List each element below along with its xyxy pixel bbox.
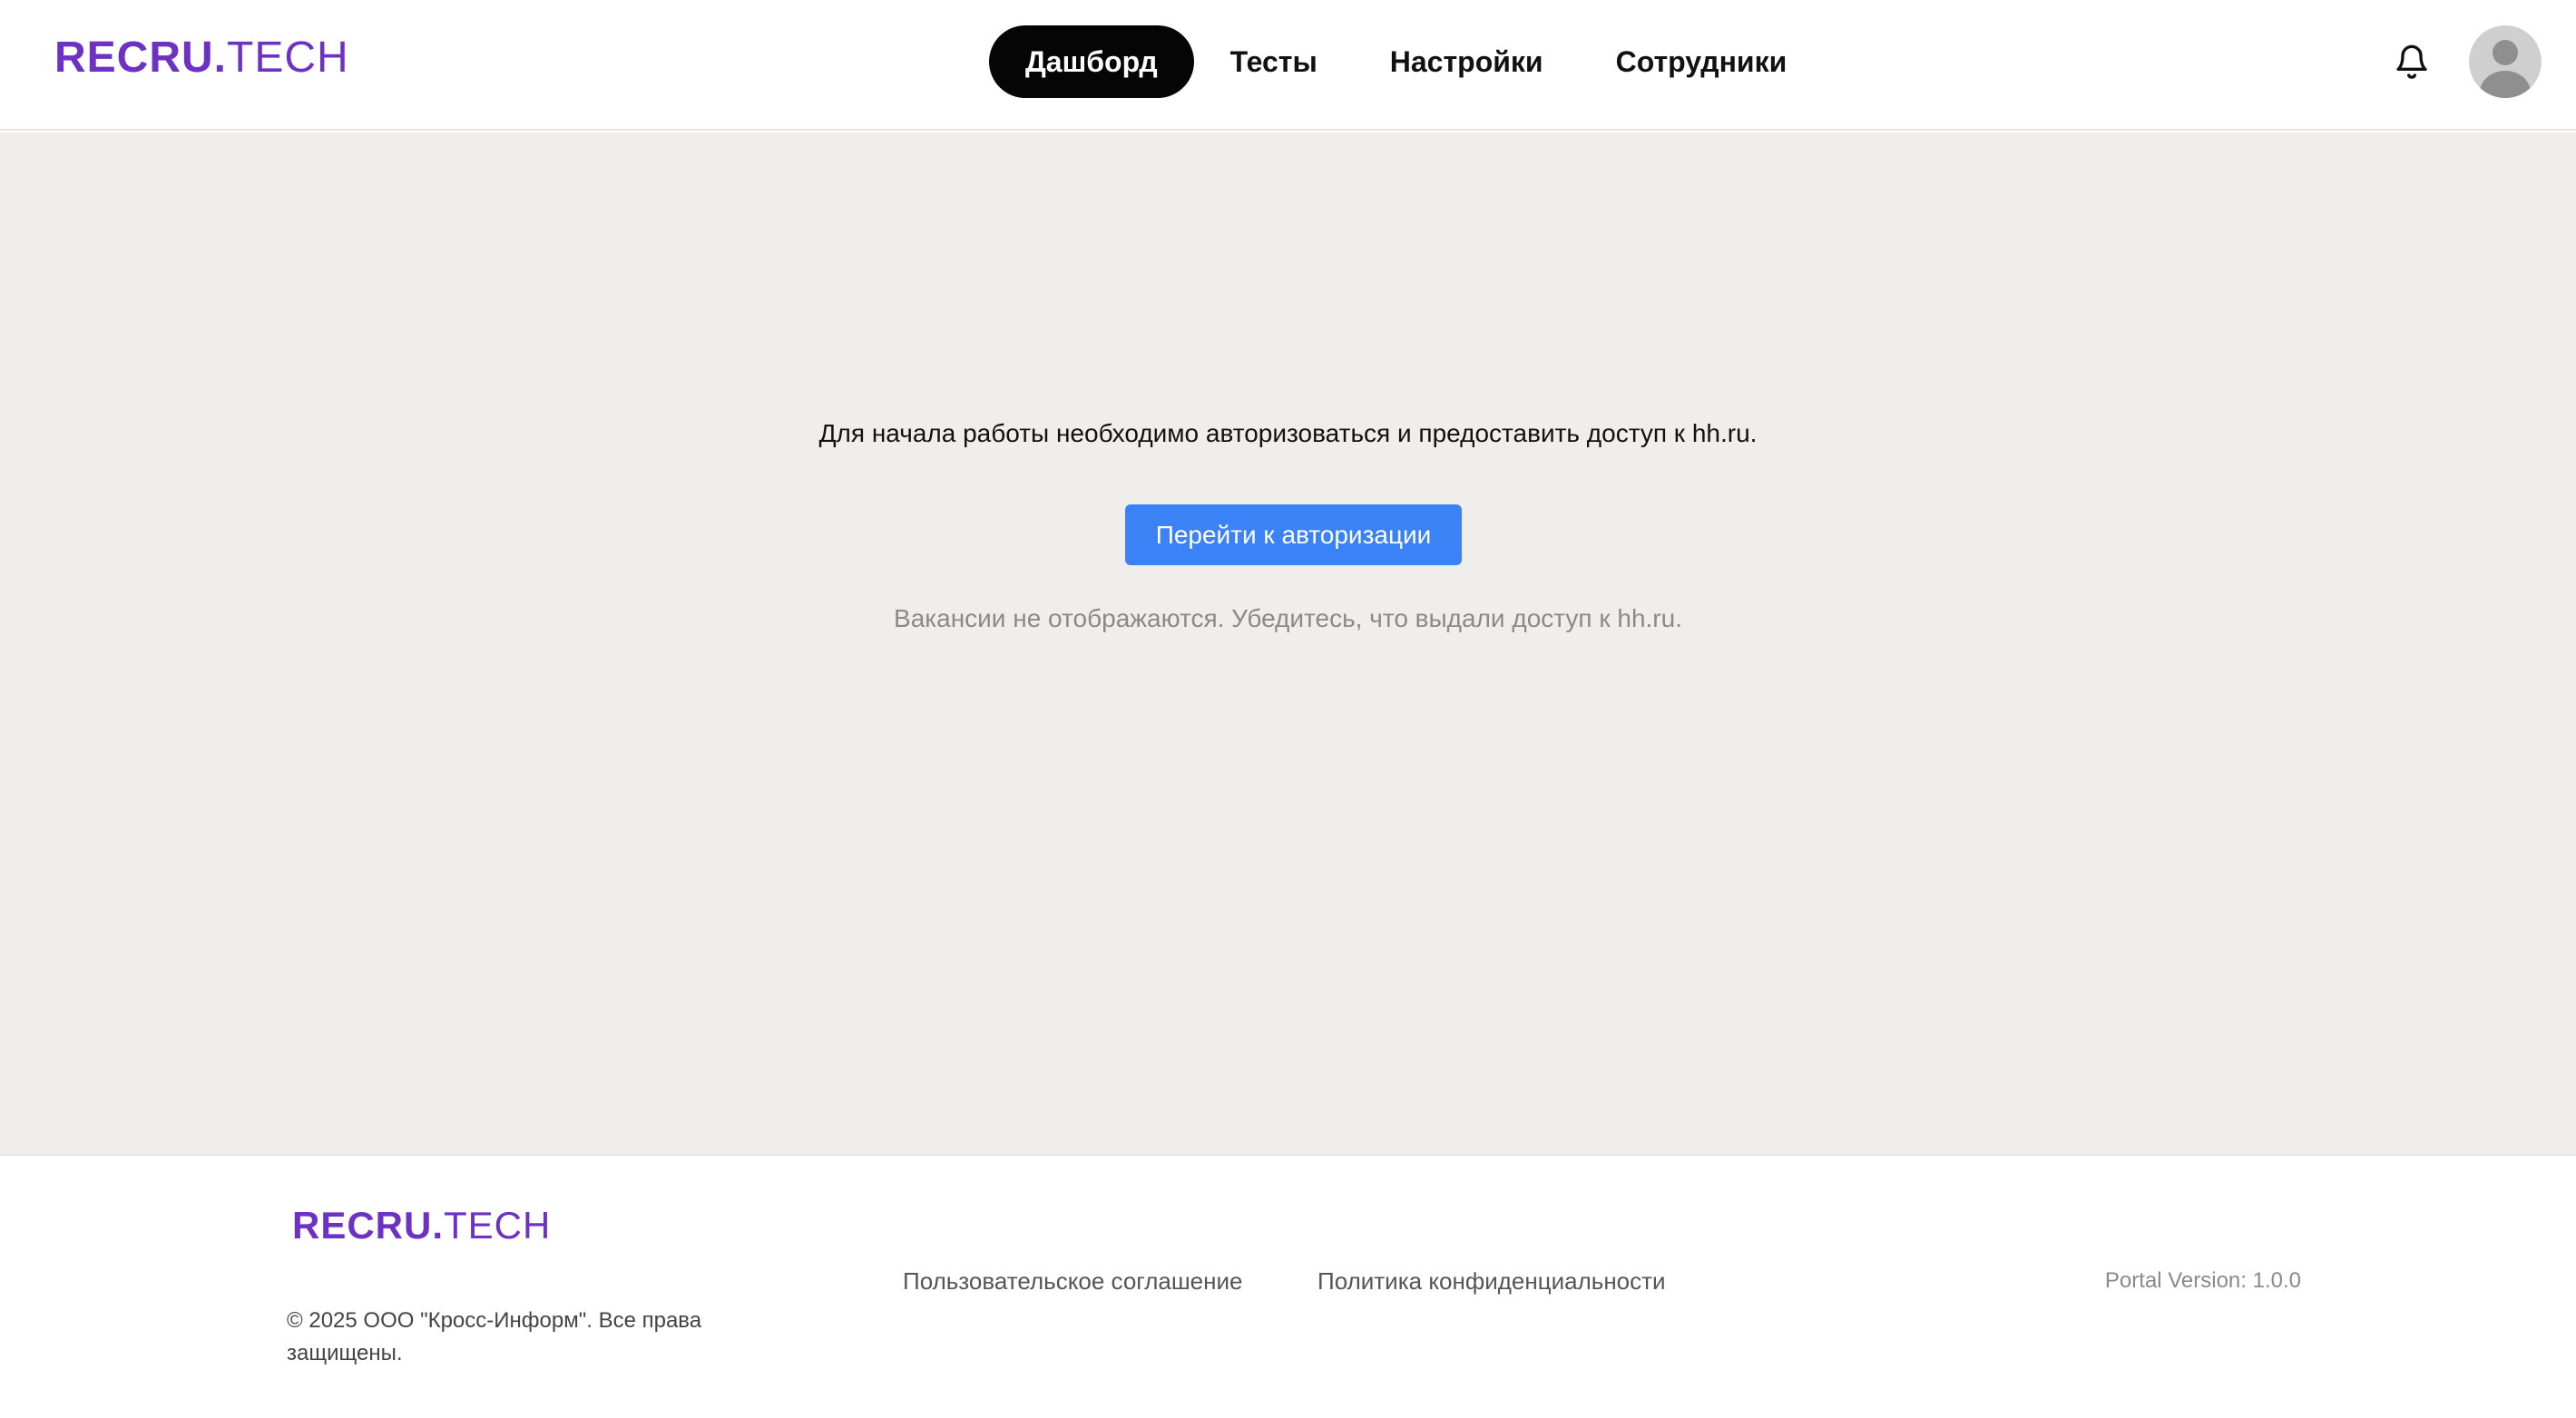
copyright-text: © 2025 ООО "Кросс-Информ". Все права защ… [287,1308,702,1365]
auth-required-message: Для начала работы необходимо авторизоват… [818,419,1758,447]
footer-logo-light-text: TECH [444,1204,552,1247]
nav-item-dashboard[interactable]: Дашборд [989,25,1194,98]
dashboard-content: Для начала работы необходимо авторизоват… [0,132,2576,1154]
privacy-policy-link[interactable]: Политика конфиденциальности [1317,1265,1666,1297]
user-avatar-icon[interactable] [2469,25,2542,98]
go-to-auth-button[interactable]: Перейти к авторизации [1125,504,1462,565]
top-header: RECRU. TECH Дашборд Тесты Настройки Сотр… [0,0,2576,131]
page: RECRU. TECH Дашборд Тесты Настройки Сотр… [0,0,2576,1418]
logo-light-text: TECH [227,34,349,82]
header-logo[interactable]: RECRU. TECH [54,33,349,83]
user-agreement-link[interactable]: Пользовательское соглашение [903,1265,1243,1297]
page-footer: RECRU. TECH © 2025 ООО "Кросс-Информ". В… [0,1154,2576,1418]
vacancies-hint: Вакансии не отображаются. Убедитесь, что… [894,604,1682,632]
nav-item-settings[interactable]: Настройки [1354,25,1580,98]
footer-logo-bold-text: RECRU. [292,1204,445,1247]
nav-item-employees[interactable]: Сотрудники [1580,25,1824,98]
portal-version: Portal Version: 1.0.0 [2104,1268,2301,1293]
logo-bold-text: RECRU. [54,34,228,82]
nav-item-tests[interactable]: Тесты [1194,25,1354,98]
bell-icon[interactable] [2388,38,2435,85]
main-nav: Дашборд Тесты Настройки Сотрудники [989,25,1823,98]
footer-logo[interactable]: RECRU. TECH [292,1203,551,1248]
